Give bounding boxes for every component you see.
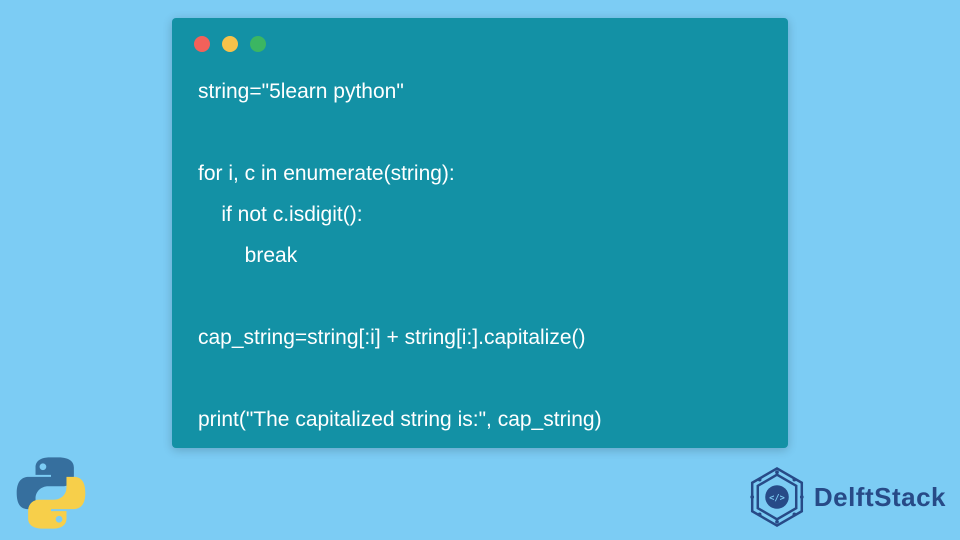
minimize-icon	[222, 36, 238, 52]
delftstack-branding: </> DelftStack	[746, 466, 946, 528]
code-window: string="5learn python" for i, c in enume…	[172, 18, 788, 448]
maximize-icon	[250, 36, 266, 52]
delftstack-badge-icon: </>	[746, 466, 808, 528]
close-icon	[194, 36, 210, 52]
window-titlebar	[172, 18, 788, 52]
svg-text:</>: </>	[769, 494, 785, 504]
python-icon	[14, 456, 88, 530]
delftstack-label: DelftStack	[814, 482, 946, 513]
code-block: string="5learn python" for i, c in enume…	[172, 52, 788, 466]
